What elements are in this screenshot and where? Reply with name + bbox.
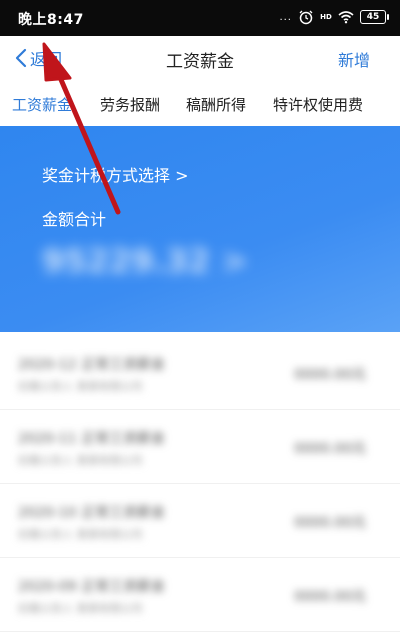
list-item[interactable]: 2020-11 正常工资薪金 扣缴义务人 某某有限公司 0000.00元: [0, 410, 400, 484]
nav-bar: 返回 工资薪金 新增: [0, 36, 400, 80]
signal-dots-icon: ...: [279, 11, 292, 23]
list-item[interactable]: 2020-10 正常工资薪金 扣缴义务人 某某有限公司 0000.00元: [0, 484, 400, 558]
list-item-subtitle: 扣缴义务人 某某有限公司: [18, 602, 143, 615]
hd-icon: HD: [320, 13, 332, 21]
list-item[interactable]: 2020-12 正常工资薪金 扣缴义务人 某某有限公司 0000.00元: [0, 336, 400, 410]
tab-labor-remuneration[interactable]: 劳务报酬: [100, 94, 160, 115]
status-time: 晚上8:47: [18, 12, 84, 28]
list-item-subtitle: 扣缴义务人 某某有限公司: [18, 380, 143, 393]
list-item-title: 2020-09 正常工资薪金: [18, 579, 165, 595]
list-item-amount: 0000.00元: [294, 515, 366, 531]
tab-salary[interactable]: 工资薪金: [12, 94, 72, 115]
tab-author-remuneration[interactable]: 稿酬所得: [186, 94, 246, 115]
list-item-amount: 0000.00元: [294, 589, 366, 605]
status-icons: ... HD 45: [279, 8, 389, 26]
list-item-title: 2020-10 正常工资薪金: [18, 505, 165, 521]
list-item-subtitle: 扣缴义务人 某某有限公司: [18, 454, 143, 467]
list-item-title: 2020-11 正常工资薪金: [18, 431, 165, 447]
tab-bar: 工资薪金 劳务报酬 稿酬所得 特许权使用费: [0, 80, 400, 129]
total-amount-label: 金额合计: [42, 210, 107, 229]
list-item[interactable]: 2020-09 正常工资薪金 扣缴义务人 某某有限公司 0000.00元: [0, 558, 400, 632]
tab-royalties[interactable]: 特许权使用费: [273, 94, 363, 115]
total-amount-value[interactable]: 95229.32 >: [42, 242, 248, 280]
status-bar: 晚上8:47 ... HD 45: [0, 0, 400, 36]
alarm-icon: [298, 9, 314, 25]
add-button[interactable]: 新增: [338, 47, 370, 71]
list-item-title: 2020-12 正常工资薪金: [18, 357, 165, 373]
list-item-amount: 0000.00元: [294, 441, 366, 457]
list-item-amount: 0000.00元: [294, 367, 366, 383]
bonus-tax-method-link[interactable]: 奖金计税方式选择 >: [42, 162, 189, 186]
income-record-list: 2020-12 正常工资薪金 扣缴义务人 某某有限公司 0000.00元 202…: [0, 336, 400, 632]
summary-card: 奖金计税方式选择 > 金额合计 95229.32 >: [0, 126, 400, 332]
battery-icon: 45: [360, 10, 389, 24]
wifi-icon: [338, 9, 354, 25]
list-item-subtitle: 扣缴义务人 某某有限公司: [18, 528, 143, 541]
